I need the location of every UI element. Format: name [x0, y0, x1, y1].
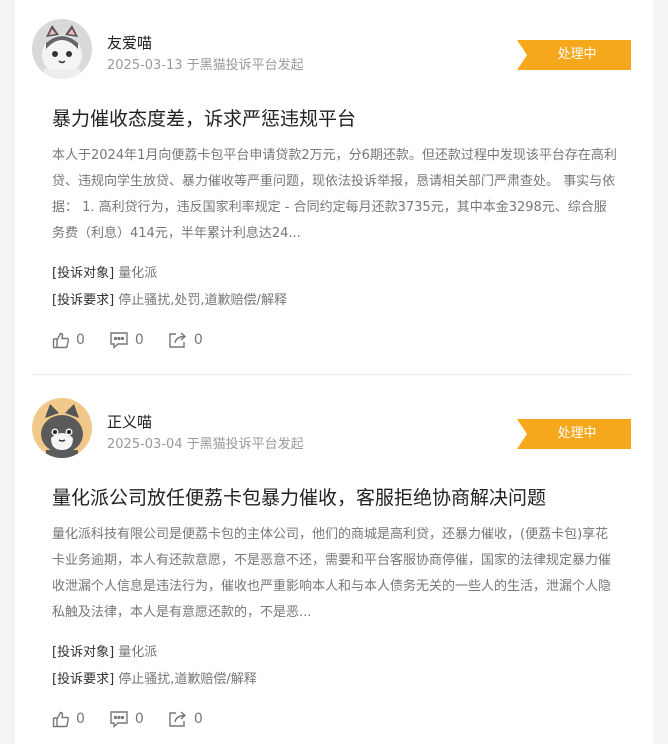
cat-avatar-icon[interactable] — [32, 398, 92, 458]
cat-avatar-icon[interactable] — [32, 19, 92, 79]
share-button[interactable]: 0 — [168, 331, 203, 349]
complaint-target: [投诉对象] 量化派 — [52, 262, 157, 281]
complaint-content[interactable]: 本人于2024年1月向便荔卡包平台申请贷款2万元，分6期还款。但还款过程中发现该… — [52, 143, 617, 247]
demand-value: 停止骚扰,道歉赔偿/解释 — [118, 672, 257, 687]
share-button[interactable]: 0 — [168, 710, 203, 728]
target-value: 量化派 — [118, 645, 158, 660]
status-badge: 处理中 — [517, 419, 631, 449]
user-name[interactable]: 正义喵 — [107, 411, 152, 432]
complaint-demand: [投诉要求] 停止骚扰,道歉赔偿/解释 — [52, 668, 257, 687]
complaint-demand: [投诉要求] 停止骚扰,处罚,道歉赔偿/解释 — [52, 289, 287, 308]
like-button[interactable]: 0 — [52, 331, 85, 349]
target-label: [投诉对象] — [52, 645, 115, 660]
target-value: 量化派 — [118, 266, 158, 281]
target-label: [投诉对象] — [52, 266, 115, 281]
like-count: 0 — [76, 711, 85, 727]
complaint-title[interactable]: 暴力催收态度差，诉求严惩违规平台 — [52, 104, 642, 131]
action-bar: 0 0 0 — [52, 708, 227, 730]
comment-count: 0 — [134, 711, 144, 727]
complaint-title[interactable]: 量化派公司放任便荔卡包暴力催收，客服拒绝协商解决问题 — [52, 483, 642, 510]
thumbs-up-icon — [52, 332, 70, 349]
comment-button[interactable]: 0 — [109, 331, 144, 349]
complaint-meta: 2025-03-13 于黑猫投诉平台发起 — [107, 58, 304, 73]
share-count: 0 — [193, 711, 203, 727]
demand-label: [投诉要求] — [52, 293, 115, 308]
complaint-list: 友爱喵 2025-03-13 于黑猫投诉平台发起 处理中 暴力催收态度差，诉求严… — [15, 0, 653, 744]
complaint-meta: 2025-03-04 于黑猫投诉平台发起 — [107, 437, 304, 452]
comment-count: 0 — [134, 332, 144, 348]
like-count: 0 — [76, 332, 85, 348]
comment-icon — [110, 711, 128, 728]
user-name[interactable]: 友爱喵 — [107, 32, 152, 53]
thumbs-up-icon — [52, 711, 70, 728]
complaint-content[interactable]: 量化派科技有限公司是便荔卡包的主体公司，他们的商城是高利贷，还暴力催收，(便荔卡… — [52, 522, 617, 626]
demand-value: 停止骚扰,处罚,道歉赔偿/解释 — [118, 293, 287, 308]
share-icon — [169, 332, 186, 348]
card-divider — [32, 374, 631, 375]
share-icon — [169, 711, 186, 727]
comment-button[interactable]: 0 — [109, 710, 144, 728]
like-button[interactable]: 0 — [52, 710, 85, 728]
action-bar: 0 0 0 — [52, 329, 227, 351]
status-badge: 处理中 — [517, 40, 631, 70]
demand-label: [投诉要求] — [52, 672, 115, 687]
complaint-target: [投诉对象] 量化派 — [52, 641, 157, 660]
comment-icon — [110, 332, 128, 349]
share-count: 0 — [193, 332, 203, 348]
